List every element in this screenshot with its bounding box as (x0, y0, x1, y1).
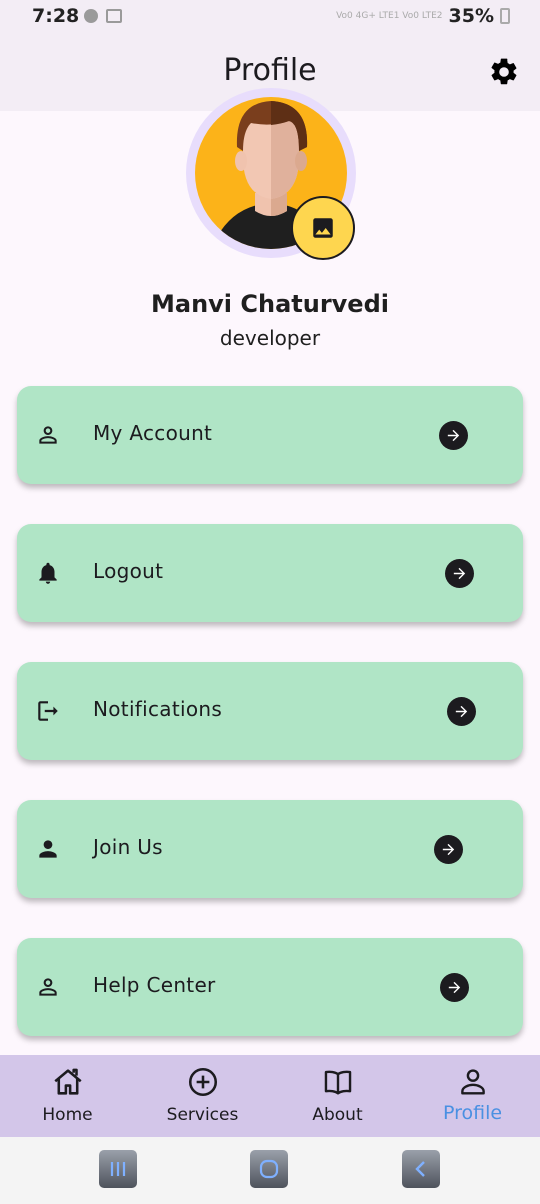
menu-item-notifications[interactable]: Notifications (17, 662, 523, 760)
notification-icon (84, 9, 98, 23)
image-icon (313, 218, 333, 238)
status-time: 7:28 (32, 5, 80, 27)
bell-icon (39, 562, 57, 584)
home-system-button[interactable] (250, 1150, 288, 1188)
page-title: Profile (223, 53, 317, 88)
back-icon (415, 1161, 425, 1177)
nav-label: Services (166, 1105, 239, 1125)
nav-label-active: Profile (442, 1102, 503, 1124)
nav-home[interactable]: Home (0, 1055, 135, 1137)
status-bar: 7:28 Vo0 4G+ LTE1 Vo0 LTE2 35% (0, 0, 540, 34)
arrow-forward-icon (439, 421, 468, 450)
nav-label: About (312, 1105, 363, 1125)
person-icon (39, 840, 57, 858)
menu-item-label: My Account (93, 421, 213, 445)
book-icon (324, 1070, 351, 1095)
logout-icon (38, 701, 58, 721)
add-circle-icon (188, 1067, 217, 1097)
home-icon (53, 1068, 82, 1095)
profile-role: developer (219, 326, 321, 350)
menu-item-logout[interactable]: Logout (17, 524, 523, 622)
person-outline-icon (39, 426, 57, 444)
recent-apps-icon (110, 1162, 126, 1176)
menu-item-label: Help Center (93, 973, 216, 997)
nav-profile[interactable]: Profile (405, 1055, 540, 1137)
profile-name: Manvi Chaturvedi (150, 290, 389, 318)
menu-item-join-us[interactable]: Join Us (17, 800, 523, 898)
person-outline-icon (460, 1069, 485, 1095)
gear-icon (491, 58, 517, 85)
back-button[interactable] (402, 1150, 440, 1188)
battery-icon (500, 8, 510, 24)
menu-item-label: Join Us (93, 835, 163, 859)
change-photo-button[interactable] (291, 196, 355, 260)
recent-apps-button[interactable] (99, 1150, 137, 1188)
image-notification-icon (106, 9, 122, 23)
signal-indicator: Vo0 4G+ LTE1 Vo0 LTE2 (336, 11, 443, 21)
menu-item-label: Notifications (93, 697, 223, 721)
person-outline-icon (39, 978, 57, 996)
battery-percentage: 35% (448, 5, 494, 27)
menu-item-label: Logout (93, 559, 164, 583)
menu-item-help-center[interactable]: Help Center (17, 938, 523, 1036)
home-circle-icon (259, 1159, 279, 1179)
arrow-forward-icon (445, 559, 474, 588)
nav-services[interactable]: Services (135, 1055, 270, 1137)
arrow-forward-icon (434, 835, 463, 864)
status-right: Vo0 4G+ LTE1 Vo0 LTE2 35% (336, 5, 510, 27)
nav-about[interactable]: About (270, 1055, 405, 1137)
system-navigation-bar (0, 1137, 540, 1204)
arrow-forward-icon (440, 973, 469, 1002)
arrow-forward-icon (447, 697, 476, 726)
bottom-navigation: Home Services About Profile (0, 1055, 540, 1137)
nav-label: Home (42, 1105, 93, 1125)
settings-button[interactable] (486, 54, 522, 90)
menu-item-my-account[interactable]: My Account (17, 386, 523, 484)
